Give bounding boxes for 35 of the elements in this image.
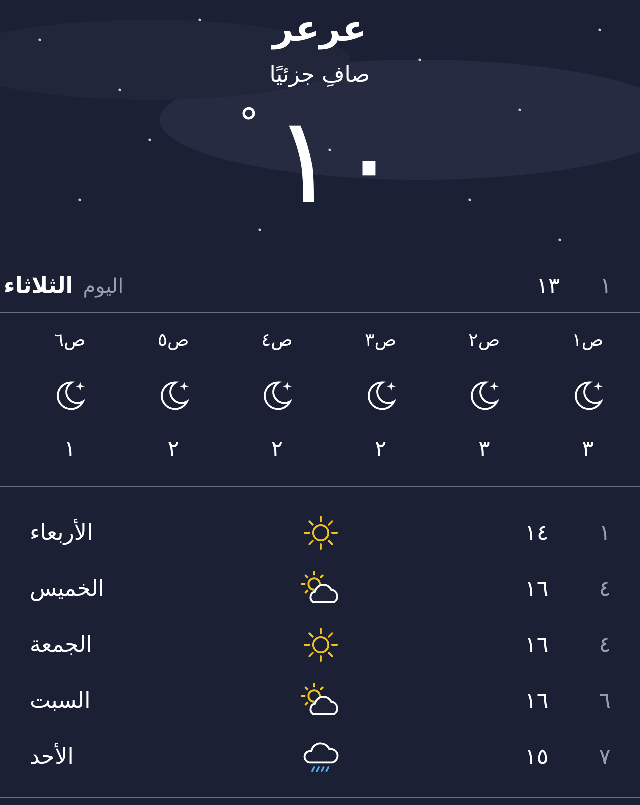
hour-label: ص١ bbox=[572, 329, 604, 353]
degree-symbol: ° bbox=[239, 104, 259, 144]
high-temperature: ١٦ bbox=[525, 576, 550, 602]
low-temperature: ٤ bbox=[598, 632, 611, 658]
hour-temperature: ٣ bbox=[478, 436, 490, 464]
hour-label: ص٤ bbox=[261, 329, 293, 353]
low-temperature: ٦ bbox=[598, 688, 611, 714]
day-name: الثلاثاء bbox=[4, 274, 74, 298]
day-name: الأربعاء bbox=[30, 520, 94, 546]
high-temperature: ١٤ bbox=[525, 520, 550, 546]
day-name: الأحد bbox=[30, 744, 75, 770]
low-temperature: ١ bbox=[600, 274, 612, 298]
city-name: عرعر bbox=[273, 8, 367, 52]
hour-label: ص٥ bbox=[158, 329, 190, 353]
hour-label: ص٦ bbox=[54, 329, 86, 353]
low-temperature: ١ bbox=[598, 520, 611, 546]
low-temperature: ٧ bbox=[598, 744, 611, 770]
low-temperature: ٤ bbox=[598, 576, 611, 602]
hour-temperature: ١ bbox=[64, 436, 76, 464]
weather-condition: صافِ جزئيًا bbox=[270, 62, 370, 90]
current-temperature: ١٠ bbox=[273, 94, 401, 230]
high-temperature: ١٦ bbox=[525, 688, 550, 714]
day-name: الجمعة bbox=[30, 632, 94, 658]
hour-temperature: ٢ bbox=[168, 436, 180, 464]
high-temperature: ١٥ bbox=[525, 744, 550, 770]
high-temperature: ١٣ bbox=[536, 274, 560, 298]
today-label: اليوم bbox=[83, 274, 124, 298]
hour-temperature: ٢ bbox=[374, 436, 387, 464]
hour-label: ص٣ bbox=[365, 329, 396, 353]
day-name: السبت bbox=[30, 688, 92, 714]
high-temperature: ١٦ bbox=[525, 632, 550, 658]
hour-temperature: ٣ bbox=[582, 436, 594, 464]
day-name: الخميس bbox=[30, 576, 106, 602]
hour-temperature: ٢ bbox=[271, 436, 284, 464]
hour-label: ص٢ bbox=[468, 329, 500, 353]
